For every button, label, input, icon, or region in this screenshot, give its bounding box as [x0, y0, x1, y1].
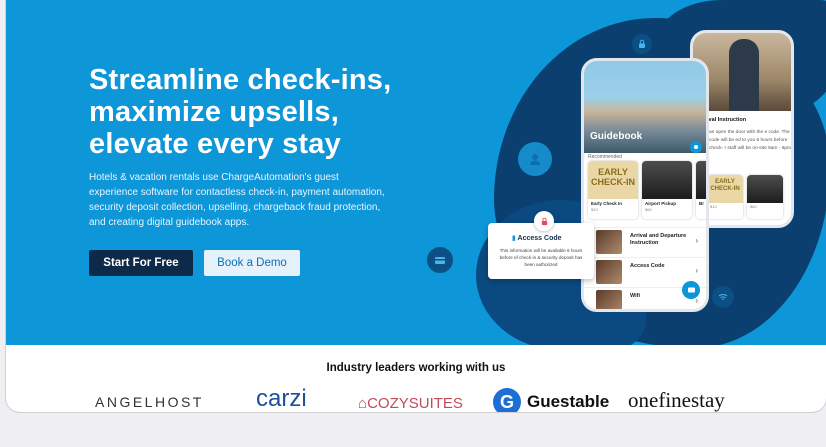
browser-frame: Streamline check-ins, maximize upsells, … — [6, 0, 826, 412]
breakfast-card[interactable]: Br — [696, 161, 706, 219]
access-code-body: This information will be available 6 hou… — [499, 248, 583, 267]
cozysuites-logo: ⌂COZYSUITES — [358, 395, 463, 412]
lock-icon — [632, 34, 652, 54]
house-icon: ⌂ — [358, 395, 368, 412]
wifi-icon — [712, 286, 734, 308]
access-code-card: ▮ Access Code This information will be a… — [488, 211, 594, 279]
angelhost-logo: ANGELHOST — [95, 394, 204, 410]
key-icon: ▮ — [512, 235, 516, 242]
mini-car-card: $60 — [747, 175, 783, 219]
airport-pickup-card[interactable]: Airport Pickup $60 — [642, 161, 692, 219]
recommended-label: Recommended — [588, 154, 622, 160]
partners-title: Industry leaders working with us — [326, 362, 506, 374]
book-a-demo-button[interactable]: Book a Demo — [204, 250, 300, 276]
onefinestay-logo: onefinestay — [628, 388, 725, 412]
hero-headline: Streamline check-ins, maximize upsells, … — [89, 64, 392, 160]
guidebook-label: Guidebook — [590, 131, 643, 142]
access-code-title: ▮ Access Code — [512, 235, 562, 242]
chevron-right-icon: › — [695, 236, 698, 245]
lock-icon — [534, 211, 554, 231]
mini-early-card: EARLY CHECK-IN $10 — [707, 175, 743, 219]
guidebook-phone-mockup: Guidebook Recommended EARLY CHECK-IN Ear… — [581, 58, 709, 312]
hero-section: Streamline check-ins, maximize upsells, … — [6, 0, 826, 345]
payment-icon — [427, 247, 453, 273]
early-check-in-card[interactable]: EARLY CHECK-IN Early Check In $10 — [588, 161, 638, 219]
pin-icon — [690, 141, 702, 153]
arrival-title: ival Instruction — [707, 117, 747, 123]
list-item[interactable]: Arrival and Departure Instruction › — [584, 227, 706, 255]
chevron-right-icon: › — [695, 266, 698, 275]
start-for-free-button[interactable]: Start For Free — [89, 250, 193, 276]
arrival-text: an open the door with the e code. The co… — [709, 130, 792, 151]
hero-description: Hotels & vacation rentals use ChargeAuto… — [89, 172, 385, 228]
person-icon — [518, 142, 552, 176]
guestable-logo: G Guestable — [493, 388, 609, 412]
guestable-g-icon: G — [493, 388, 521, 412]
carzi-logo: carzi — [256, 385, 307, 412]
chat-icon[interactable] — [682, 281, 700, 299]
